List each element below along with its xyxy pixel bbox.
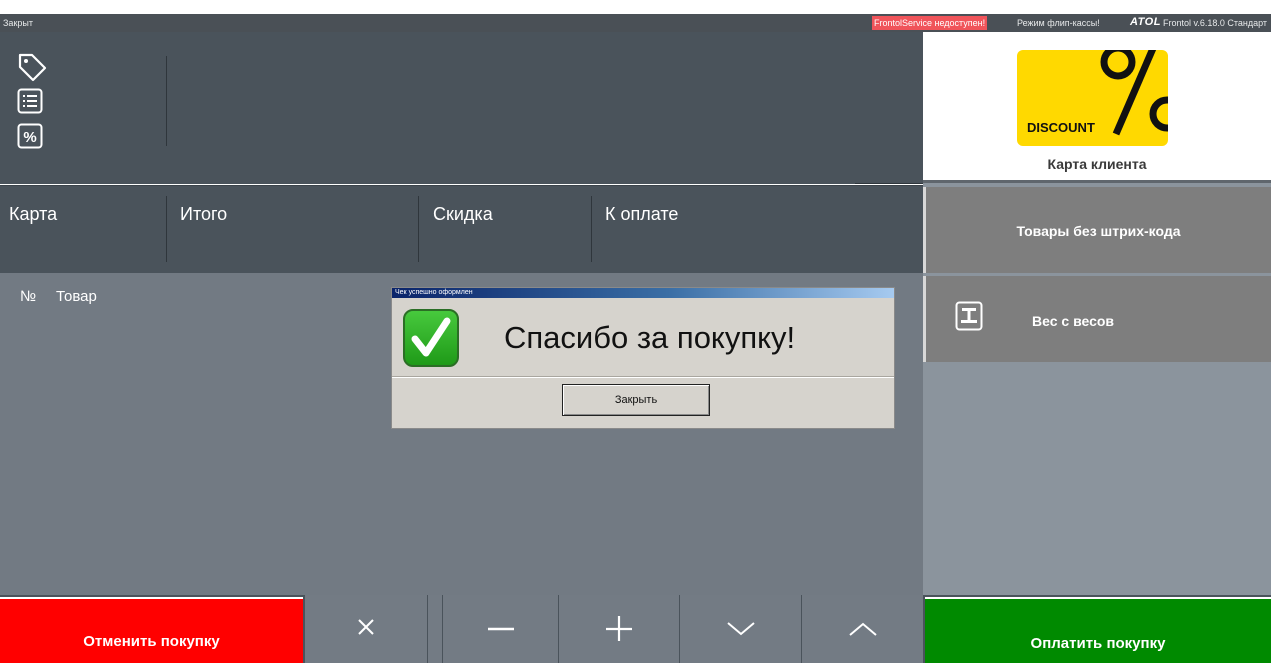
cancel-purchase-label: Отменить покупку: [83, 632, 220, 650]
dialog-separator: [392, 376, 894, 378]
increase-quantity-button[interactable]: [559, 595, 679, 663]
card-label: Карта: [9, 204, 58, 224]
no-barcode-label: Товары без штрих-кода: [1016, 223, 1181, 239]
totals-bar: Карта Итого Скидка К оплате: [0, 185, 923, 274]
dialog-message: Спасибо за покупку!: [504, 320, 796, 355]
scale-weight-label: Вес с весов: [1032, 313, 1115, 329]
success-dialog: Чек успешно оформлен Спасибо за покупку!…: [391, 287, 895, 429]
cancel-purchase-button[interactable]: Отменить покупку: [0, 597, 303, 663]
session-state: Закрыт: [3, 18, 33, 28]
top-strip: [0, 0, 1271, 14]
tag-icon[interactable]: [16, 52, 48, 82]
close-icon: [356, 617, 376, 642]
scale-icon: [955, 301, 983, 334]
bottom-spacer: [428, 595, 442, 663]
total-label: Итого: [180, 204, 228, 224]
dialog-title: Чек успешно оформлен: [392, 288, 894, 298]
card-separator: [923, 180, 1271, 183]
pay-purchase-label: Оплатить покупку: [1030, 634, 1166, 652]
right-panel: DISCOUNT Карта клиента Товары без штрих-…: [923, 32, 1271, 595]
chevron-up-icon: [848, 616, 878, 643]
flip-mode-status: Режим флип-кассы!: [1017, 18, 1100, 28]
status-bar: Закрыт FrontolService недоступен! Режим …: [0, 14, 1271, 32]
panel-underline: [855, 183, 923, 184]
client-card-button[interactable]: DISCOUNT Карта клиента: [923, 32, 1271, 181]
dialog-close-button[interactable]: Закрыть: [562, 384, 710, 416]
totals-divider: [418, 196, 419, 262]
percent-icon[interactable]: %: [17, 123, 43, 149]
minus-icon: [487, 617, 515, 642]
totals-divider: [591, 196, 592, 262]
column-number: №: [20, 288, 37, 305]
bottom-bar: Отменить покупку Оплатить покупку: [0, 595, 1271, 663]
column-item: Товар: [56, 288, 97, 305]
service-warning: FrontolService недоступен!: [872, 16, 988, 30]
client-card-label: Карта клиента: [1047, 156, 1147, 172]
delete-item-button[interactable]: [305, 595, 427, 663]
totals-divider: [166, 196, 167, 262]
chevron-down-icon: [726, 617, 756, 642]
to-pay-label: К оплате: [605, 204, 679, 224]
atol-logo: ATOL: [1130, 16, 1161, 28]
panel-divider: [166, 56, 167, 146]
pay-purchase-button[interactable]: Оплатить покупку: [925, 597, 1271, 663]
list-icon[interactable]: [17, 88, 43, 114]
scale-weight-button[interactable]: Вес с весов: [923, 276, 1271, 362]
svg-text:%: %: [23, 129, 36, 146]
discount-word: DISCOUNT: [1027, 120, 1095, 135]
scroll-down-button[interactable]: [680, 595, 801, 663]
app-version: Frontol v.6.18.0 Стандарт: [1163, 18, 1268, 28]
discount-card-icon: DISCOUNT: [1017, 50, 1168, 146]
discount-label: Скидка: [433, 204, 493, 224]
receipt-info-panel: %: [0, 32, 923, 184]
no-barcode-button[interactable]: Товары без штрих-кода: [923, 187, 1271, 273]
decrease-quantity-button[interactable]: [443, 595, 558, 663]
plus-icon: [605, 613, 633, 646]
scroll-up-button[interactable]: [802, 595, 923, 663]
checkmark-icon: [403, 309, 459, 367]
